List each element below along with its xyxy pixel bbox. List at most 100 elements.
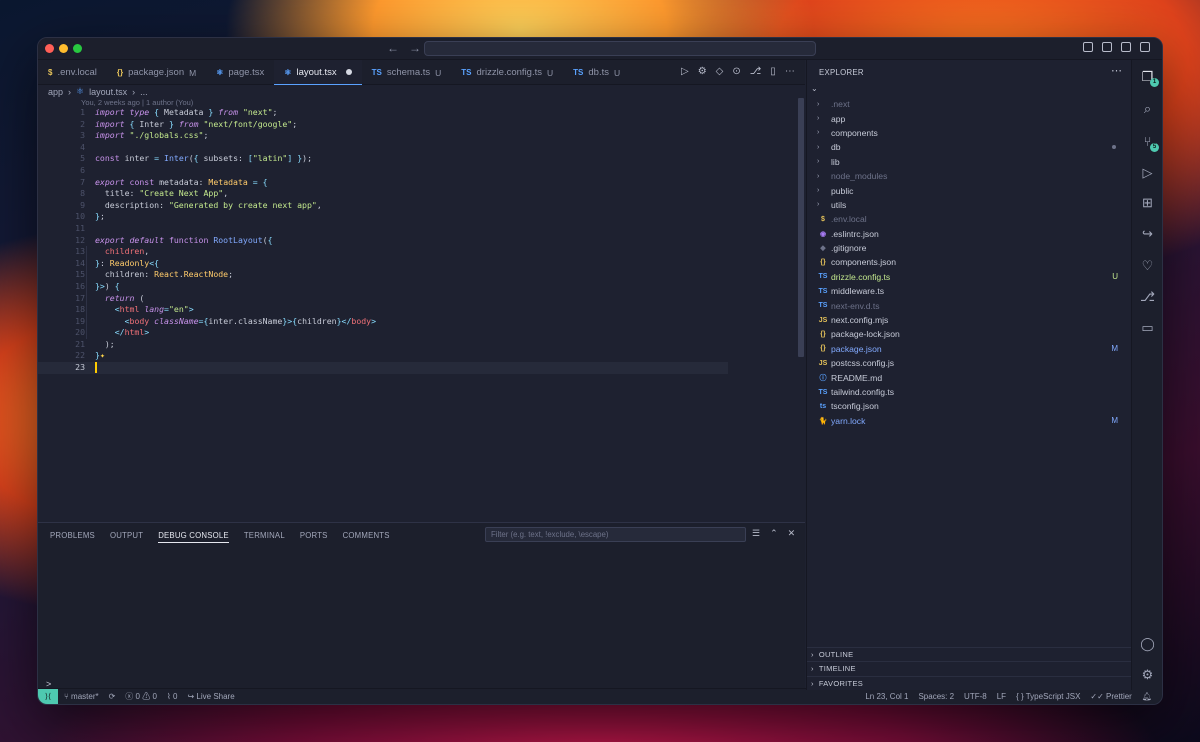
git-blame-annotation[interactable]: You, 2 weeks ago | 1 author (You) — [81, 98, 193, 107]
folder-item[interactable]: › lib — [807, 155, 1132, 169]
code-line[interactable]: 1 import type { Metadata } from "next"; — [38, 107, 798, 119]
breadcrumb-more[interactable]: ... — [140, 87, 148, 97]
unsaved-dot-icon[interactable] — [345, 69, 352, 75]
panel-tab-debug-console[interactable]: DEBUG CONSOLE — [158, 531, 229, 543]
file-item[interactable]: TS next-env.d.ts — [807, 298, 1132, 312]
editor-scrollbar[interactable] — [798, 98, 804, 357]
file-item[interactable]: JS postcss.config.js — [807, 356, 1132, 370]
editor-tab[interactable]: ⚛ layout.tsx — [274, 60, 362, 85]
debug-icon[interactable]: ⚙ — [698, 66, 707, 77]
gitlens-icon[interactable]: ⎇ — [750, 66, 762, 77]
file-item[interactable]: {} package.json M — [807, 342, 1132, 356]
folder-item[interactable]: › components — [807, 126, 1132, 140]
compare-icon[interactable]: ◇ — [716, 66, 724, 77]
command-center-input[interactable] — [424, 41, 816, 56]
minimize-window-button[interactable] — [59, 44, 68, 53]
code-line[interactable]: 7 export const metadata: Metadata = { — [38, 177, 798, 189]
code-line[interactable]: 9 description: "Generated by create next… — [38, 200, 798, 212]
cursor-position[interactable]: Ln 23, Col 1 — [865, 692, 908, 701]
file-item[interactable]: TS middleware.ts — [807, 284, 1132, 298]
folder-item[interactable]: › utils — [807, 198, 1132, 212]
source-control-icon[interactable]: ⑂ 5 — [1139, 133, 1159, 152]
file-item[interactable]: ◉ .eslintrc.json — [807, 227, 1132, 241]
editor-tab[interactable]: TS schema.ts U — [362, 60, 452, 85]
explorer-icon[interactable]: ❐ 1 — [1139, 68, 1159, 87]
code-line[interactable]: 21 ); — [38, 339, 798, 351]
code-line[interactable]: 14}: Readonly<{ — [38, 258, 798, 270]
editor-tab[interactable]: TS db.ts U — [563, 60, 630, 85]
code-line[interactable]: 15 children: React.ReactNode; — [38, 269, 798, 281]
code-line[interactable]: 18 <html lang="en"> — [38, 304, 798, 316]
chat-icon[interactable]: ▭ — [1139, 319, 1156, 336]
notifications-bell-icon[interactable]: 🔔︎ — [1142, 692, 1152, 701]
code-line[interactable]: 10}; — [38, 211, 798, 223]
editor-tab[interactable]: ⚛ page.tsx — [206, 60, 274, 85]
section-favorites[interactable]: › FAVORITES — [807, 675, 1132, 690]
code-line[interactable]: 17 return ( — [38, 293, 798, 305]
indentation[interactable]: Spaces: 2 — [918, 692, 954, 701]
folder-item[interactable]: › db — [807, 140, 1132, 154]
toggle-secondary-sidebar-icon[interactable] — [1121, 42, 1131, 52]
code-line[interactable]: 20 </html> — [38, 327, 798, 339]
panel-tab-problems[interactable]: PROBLEMS — [50, 531, 95, 543]
file-item[interactable]: ts tsconfig.json — [807, 399, 1132, 413]
remote-indicator-icon[interactable]: ⟩⟨ — [38, 688, 58, 704]
code-line[interactable]: 19 <body className={inter.className}>{ch… — [38, 316, 798, 328]
arrow-left-icon[interactable]: ← — [387, 41, 399, 55]
more-actions-icon[interactable]: ⋯ — [1111, 64, 1122, 77]
problems-indicator[interactable]: ⓧ 0 ⚠ 0 — [125, 691, 157, 702]
code-line[interactable]: 2 import { Inter } from "next/font/google… — [38, 119, 798, 131]
code-editor[interactable]: 1 import type { Metadata } from "next"; 2 i… — [38, 107, 798, 374]
panel-tab-terminal[interactable]: TERMINAL — [244, 531, 285, 543]
account-icon[interactable]: ◯ — [1139, 635, 1156, 652]
chevron-up-icon[interactable]: ⌃ — [770, 528, 778, 539]
code-line[interactable]: 5 const inter = Inter({ subsets: ["latin"… — [38, 153, 798, 165]
arrow-right-icon[interactable]: → — [409, 41, 421, 55]
filter-input[interactable]: Filter (e.g. text, !exclude, \escape) — [485, 527, 746, 542]
file-item[interactable]: {} package-lock.json — [807, 327, 1132, 341]
code-line[interactable]: 23 — [38, 362, 728, 374]
editor-tab[interactable]: {} package.json M — [107, 60, 206, 85]
section-timeline[interactable]: › TIMELINE — [807, 661, 1132, 675]
split-editor-icon[interactable]: ▯ — [770, 66, 776, 77]
clear-console-icon[interactable]: ☰ — [752, 528, 760, 539]
code-line[interactable]: 12 export default function RootLayout({ — [38, 235, 798, 247]
branch-indicator[interactable]: ⑂ master* — [64, 692, 99, 701]
folder-item[interactable]: › app — [807, 111, 1132, 125]
timeline-icon[interactable]: ⊙ — [732, 66, 740, 77]
code-line[interactable]: 4 — [38, 142, 798, 154]
chevron-down-icon[interactable]: ⌄ — [811, 84, 818, 93]
encoding[interactable]: UTF-8 — [964, 692, 987, 701]
folder-item[interactable]: › public — [807, 183, 1132, 197]
close-icon[interactable]: ✕ — [788, 528, 796, 539]
code-line[interactable]: 6 — [38, 165, 798, 177]
panel-tab-ports[interactable]: PORTS — [300, 531, 328, 543]
live-share-button[interactable]: ↪ Live Share — [187, 692, 234, 701]
breadcrumb-file[interactable]: layout.tsx — [89, 87, 127, 97]
code-line[interactable]: 13 children, — [38, 246, 798, 258]
end-of-line[interactable]: LF — [997, 692, 1006, 701]
zoom-window-button[interactable] — [73, 44, 82, 53]
language-mode[interactable]: { } TypeScript JSX — [1016, 692, 1080, 701]
toggle-sidebar-icon[interactable] — [1083, 42, 1093, 52]
code-line[interactable]: 16}>) { — [38, 281, 798, 293]
section-outline[interactable]: › OUTLINE — [807, 646, 1132, 661]
more-actions-icon[interactable]: ⋯ — [785, 66, 795, 77]
editor-tab[interactable]: $ .env.local — [38, 60, 107, 85]
file-item[interactable]: TS drizzle.config.ts U — [807, 270, 1132, 284]
file-item[interactable]: ◆ .gitignore — [807, 241, 1132, 255]
run-icon[interactable]: ▷ — [681, 66, 689, 77]
file-item[interactable]: ⓘ README.md — [807, 370, 1132, 384]
folder-item[interactable]: › .next — [807, 97, 1132, 111]
run-debug-icon[interactable]: ▷ — [1139, 164, 1156, 181]
favorites-icon[interactable]: ♡ — [1139, 257, 1156, 274]
extensions-icon[interactable]: ⊞ — [1139, 194, 1156, 211]
ports-indicator[interactable]: ⌇ 0 — [167, 692, 178, 701]
gitlens-icon[interactable]: ⎇ — [1139, 288, 1156, 305]
toggle-panel-icon[interactable] — [1102, 42, 1112, 52]
editor-tab[interactable]: TS drizzle.config.ts U — [451, 60, 563, 85]
file-item[interactable]: JS next.config.mjs — [807, 313, 1132, 327]
code-line[interactable]: 22}✦ — [38, 350, 798, 362]
settings-gear-icon[interactable]: ⚙ — [1139, 666, 1156, 683]
code-line[interactable]: 3 import "./globals.css"; — [38, 130, 798, 142]
